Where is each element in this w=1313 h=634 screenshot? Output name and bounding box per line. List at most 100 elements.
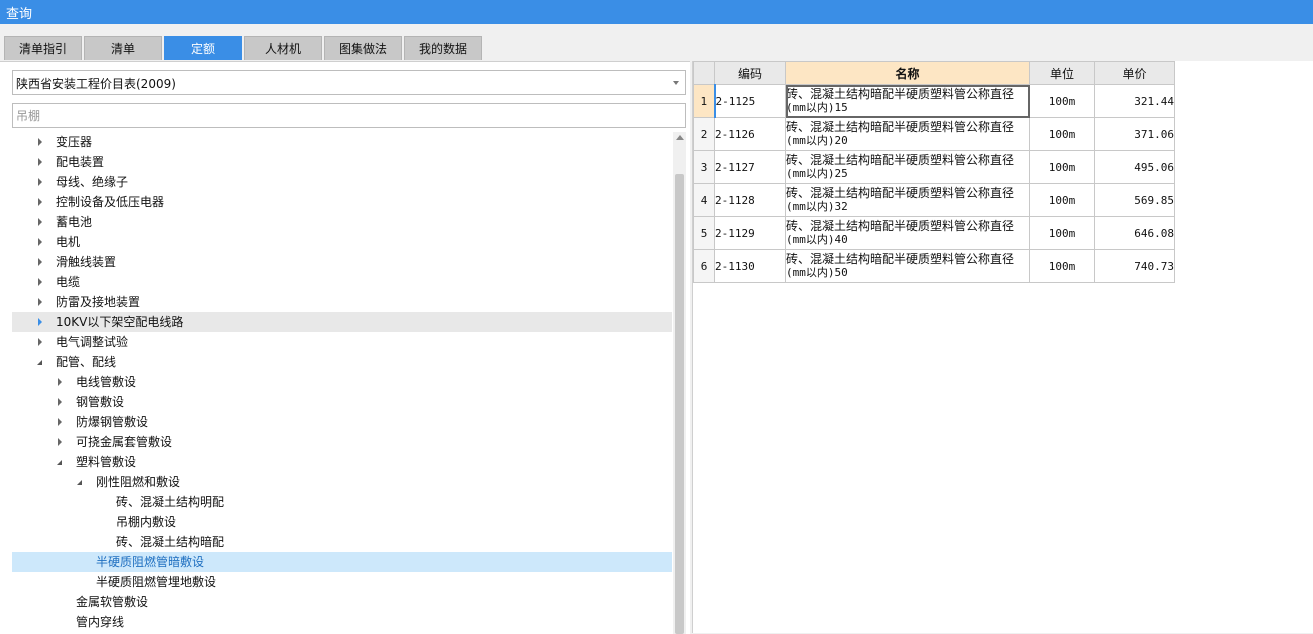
column-header-price[interactable]: 单价 — [1094, 61, 1175, 85]
tree-expand-icon[interactable] — [36, 152, 46, 172]
tree-collapse-icon[interactable] — [56, 452, 66, 472]
tree-node[interactable]: 砖、混凝土结构暗配 — [12, 532, 672, 552]
tab-atlas-practice[interactable]: 图集做法 — [324, 36, 402, 60]
tree-expand-icon[interactable] — [56, 372, 66, 392]
tree-node[interactable]: 控制设备及低压电器 — [12, 192, 672, 212]
tree-node[interactable]: 半硬质阻燃管暗敷设 — [12, 552, 672, 572]
name-cell[interactable]: 砖、混凝土结构暗配半硬质塑料管公称直径 (mm以内)20 — [785, 117, 1030, 151]
tree-node[interactable]: 防雷及接地装置 — [12, 292, 672, 312]
grid-row[interactable]: 1 2-1125 砖、混凝土结构暗配半硬质塑料管公称直径 (mm以内)15 100m 32… — [693, 84, 1175, 118]
tree-node[interactable]: 电缆 — [12, 272, 672, 292]
tree-node-label: 刚性阻燃和敷设 — [96, 475, 181, 489]
price-cell[interactable]: 371.06 — [1094, 117, 1175, 151]
tree-expand-icon[interactable] — [36, 332, 46, 352]
code-cell[interactable]: 2-1130 — [714, 249, 786, 283]
grid-row[interactable]: 5 2-1129 砖、混凝土结构暗配半硬质塑料管公称直径 (mm以内)40 100m 64… — [693, 216, 1175, 250]
tree-expand-icon[interactable] — [56, 432, 66, 452]
column-header-name[interactable]: 名称 — [785, 61, 1030, 85]
tree-node[interactable]: 金属软管敷设 — [12, 592, 672, 612]
tree-expand-icon[interactable] — [36, 132, 46, 152]
tree-node[interactable]: 电机 — [12, 232, 672, 252]
price-cell[interactable]: 495.06 — [1094, 150, 1175, 184]
quota-grid: 编码 名称 单位 单价 1 2-1125 砖、混凝土结构暗配半硬质塑料管公称直径 (m… — [693, 61, 1175, 283]
price-cell[interactable]: 321.44 — [1094, 84, 1175, 118]
name-line: 砖、混凝土结构暗配半硬质塑料管公称直径 — [786, 252, 1015, 266]
tree-collapse-icon[interactable] — [76, 472, 86, 492]
tree-node-label: 砖、混凝土结构暗配 — [116, 535, 225, 549]
tree-expand-icon[interactable] — [36, 232, 46, 252]
tree-scrollbar[interactable] — [673, 132, 686, 634]
unit-cell[interactable]: 100m — [1029, 150, 1095, 184]
code-cell[interactable]: 2-1129 — [714, 216, 786, 250]
tree-expand-icon[interactable] — [36, 172, 46, 192]
tree-node[interactable]: 吊棚内敷设 — [12, 512, 672, 532]
tab-quota[interactable]: 定额 — [164, 36, 242, 60]
unit-cell[interactable]: 100m — [1029, 84, 1095, 118]
scrollbar-thumb[interactable] — [675, 174, 684, 634]
tree-node-label: 砖、混凝土结构明配 — [116, 495, 225, 509]
tree-expand-icon[interactable] — [36, 272, 46, 292]
column-header-code[interactable]: 编码 — [714, 61, 786, 85]
scroll-up-arrow-icon[interactable] — [676, 135, 684, 140]
unit-cell[interactable]: 100m — [1029, 183, 1095, 217]
unit-cell[interactable]: 100m — [1029, 216, 1095, 250]
price-cell[interactable]: 740.73 — [1094, 249, 1175, 283]
code-cell[interactable]: 2-1128 — [714, 183, 786, 217]
name-cell[interactable]: 砖、混凝土结构暗配半硬质塑料管公称直径 (mm以内)50 — [785, 249, 1030, 283]
tree-node[interactable]: 防爆钢管敷设 — [12, 412, 672, 432]
search-input[interactable] — [12, 103, 686, 128]
grid-row[interactable]: 3 2-1127 砖、混凝土结构暗配半硬质塑料管公称直径 (mm以内)25 100m 49… — [693, 150, 1175, 184]
tree-node[interactable]: 配管、配线 — [12, 352, 672, 372]
code-cell[interactable]: 2-1127 — [714, 150, 786, 184]
tree-expand-icon[interactable] — [36, 252, 46, 272]
tree-node[interactable]: 砖、混凝土结构明配 — [12, 492, 672, 512]
unit-cell[interactable]: 100m — [1029, 249, 1095, 283]
tree-node[interactable]: 塑料管敷设 — [12, 452, 672, 472]
name-cell[interactable]: 砖、混凝土结构暗配半硬质塑料管公称直径 (mm以内)15 — [785, 84, 1030, 118]
tree-node[interactable]: 10KV以下架空配电线路 — [12, 312, 672, 332]
chevron-down-icon[interactable] — [673, 81, 679, 85]
tree-node[interactable]: 母线、绝缘子 — [12, 172, 672, 192]
tree-node[interactable]: 电气调整试验 — [12, 332, 672, 352]
tree-node[interactable]: 管内穿线 — [12, 612, 672, 632]
tree-node[interactable]: 半硬质阻燃管埋地敷设 — [12, 572, 672, 592]
tree-node[interactable]: 变压器 — [12, 132, 672, 152]
price-cell[interactable]: 646.08 — [1094, 216, 1175, 250]
name-spec-line: (mm以内)25 — [786, 167, 848, 180]
tree-collapse-icon[interactable] — [36, 352, 46, 372]
tree-expand-icon[interactable] — [36, 192, 46, 212]
price-cell[interactable]: 569.85 — [1094, 183, 1175, 217]
tree-expand-icon[interactable] — [36, 212, 46, 232]
column-header-unit[interactable]: 单位 — [1029, 61, 1095, 85]
library-select[interactable]: 陕西省安装工程价目表(2009) — [12, 70, 686, 95]
tree-expand-icon[interactable] — [56, 412, 66, 432]
tree-node[interactable]: 钢管敷设 — [12, 392, 672, 412]
tree-node[interactable]: 蓄电池 — [12, 212, 672, 232]
tree-expand-icon[interactable] — [36, 292, 46, 312]
tree-node[interactable]: 滑触线装置 — [12, 252, 672, 272]
tree-node[interactable]: 刚性阻燃和敷设 — [12, 472, 672, 492]
name-cell[interactable]: 砖、混凝土结构暗配半硬质塑料管公称直径 (mm以内)40 — [785, 216, 1030, 250]
tree-node-label: 母线、绝缘子 — [56, 175, 129, 189]
name-cell[interactable]: 砖、混凝土结构暗配半硬质塑料管公称直径 (mm以内)25 — [785, 150, 1030, 184]
tree-node[interactable]: 配电装置 — [12, 152, 672, 172]
tree-expand-icon[interactable] — [36, 312, 46, 332]
tree-expand-icon[interactable] — [56, 392, 66, 412]
tab-bill[interactable]: 清单 — [84, 36, 162, 60]
tree-node-label: 吊棚内敷设 — [116, 515, 177, 529]
name-cell[interactable]: 砖、混凝土结构暗配半硬质塑料管公称直径 (mm以内)32 — [785, 183, 1030, 217]
grid-row[interactable]: 2 2-1126 砖、混凝土结构暗配半硬质塑料管公称直径 (mm以内)20 100m 37… — [693, 117, 1175, 151]
tree-node[interactable]: 可挠金属套管敷设 — [12, 432, 672, 452]
code-cell[interactable]: 2-1126 — [714, 117, 786, 151]
tree-node[interactable]: 电线管敷设 — [12, 372, 672, 392]
tab-bill-guide[interactable]: 清单指引 — [4, 36, 82, 60]
tab-labor-material-machine[interactable]: 人材机 — [244, 36, 322, 60]
code-cell[interactable]: 2-1125 — [713, 84, 786, 118]
row-number: 2 — [693, 117, 715, 151]
tab-my-data[interactable]: 我的数据 — [404, 36, 482, 60]
unit-cell[interactable]: 100m — [1029, 117, 1095, 151]
grid-header-row: 编码 名称 单位 单价 — [693, 61, 1175, 85]
grid-row[interactable]: 4 2-1128 砖、混凝土结构暗配半硬质塑料管公称直径 (mm以内)32 100m 56… — [693, 183, 1175, 217]
row-number: 5 — [693, 216, 715, 250]
grid-row[interactable]: 6 2-1130 砖、混凝土结构暗配半硬质塑料管公称直径 (mm以内)50 100m 74… — [693, 249, 1175, 283]
